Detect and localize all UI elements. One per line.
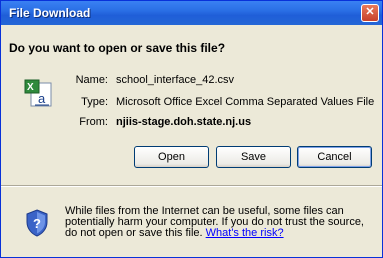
- file-name-value: school_interface_42.csv: [116, 74, 235, 86]
- security-warning: While files from the Internet can be use…: [65, 206, 375, 239]
- file-name-label: Name:: [75, 74, 108, 86]
- svg-text:?: ?: [33, 216, 41, 231]
- file-type-value: Microsoft Office Excel Comma Separated V…: [116, 96, 375, 108]
- svg-text:a: a: [38, 91, 46, 106]
- title-bar[interactable]: File Download ✕: [1, 1, 382, 25]
- dialog-question: Do you want to open or save this file?: [9, 41, 226, 55]
- file-type-label: Type:: [81, 96, 108, 108]
- divider: [1, 185, 382, 187]
- cancel-button[interactable]: Cancel: [297, 146, 372, 168]
- file-source-value: njiis-stage.doh.state.nj.us: [116, 116, 252, 128]
- shield-question-icon: ?: [26, 209, 48, 237]
- close-button[interactable]: ✕: [361, 4, 379, 22]
- whats-the-risk-link[interactable]: What's the risk?: [206, 227, 284, 239]
- file-source-label: From:: [79, 116, 108, 128]
- svg-text:X: X: [27, 82, 34, 93]
- window-title: File Download: [9, 6, 91, 20]
- save-button[interactable]: Save: [216, 146, 291, 168]
- open-button[interactable]: Open: [134, 146, 209, 168]
- file-download-dialog: File Download ✕ Do you want to open or s…: [0, 0, 383, 258]
